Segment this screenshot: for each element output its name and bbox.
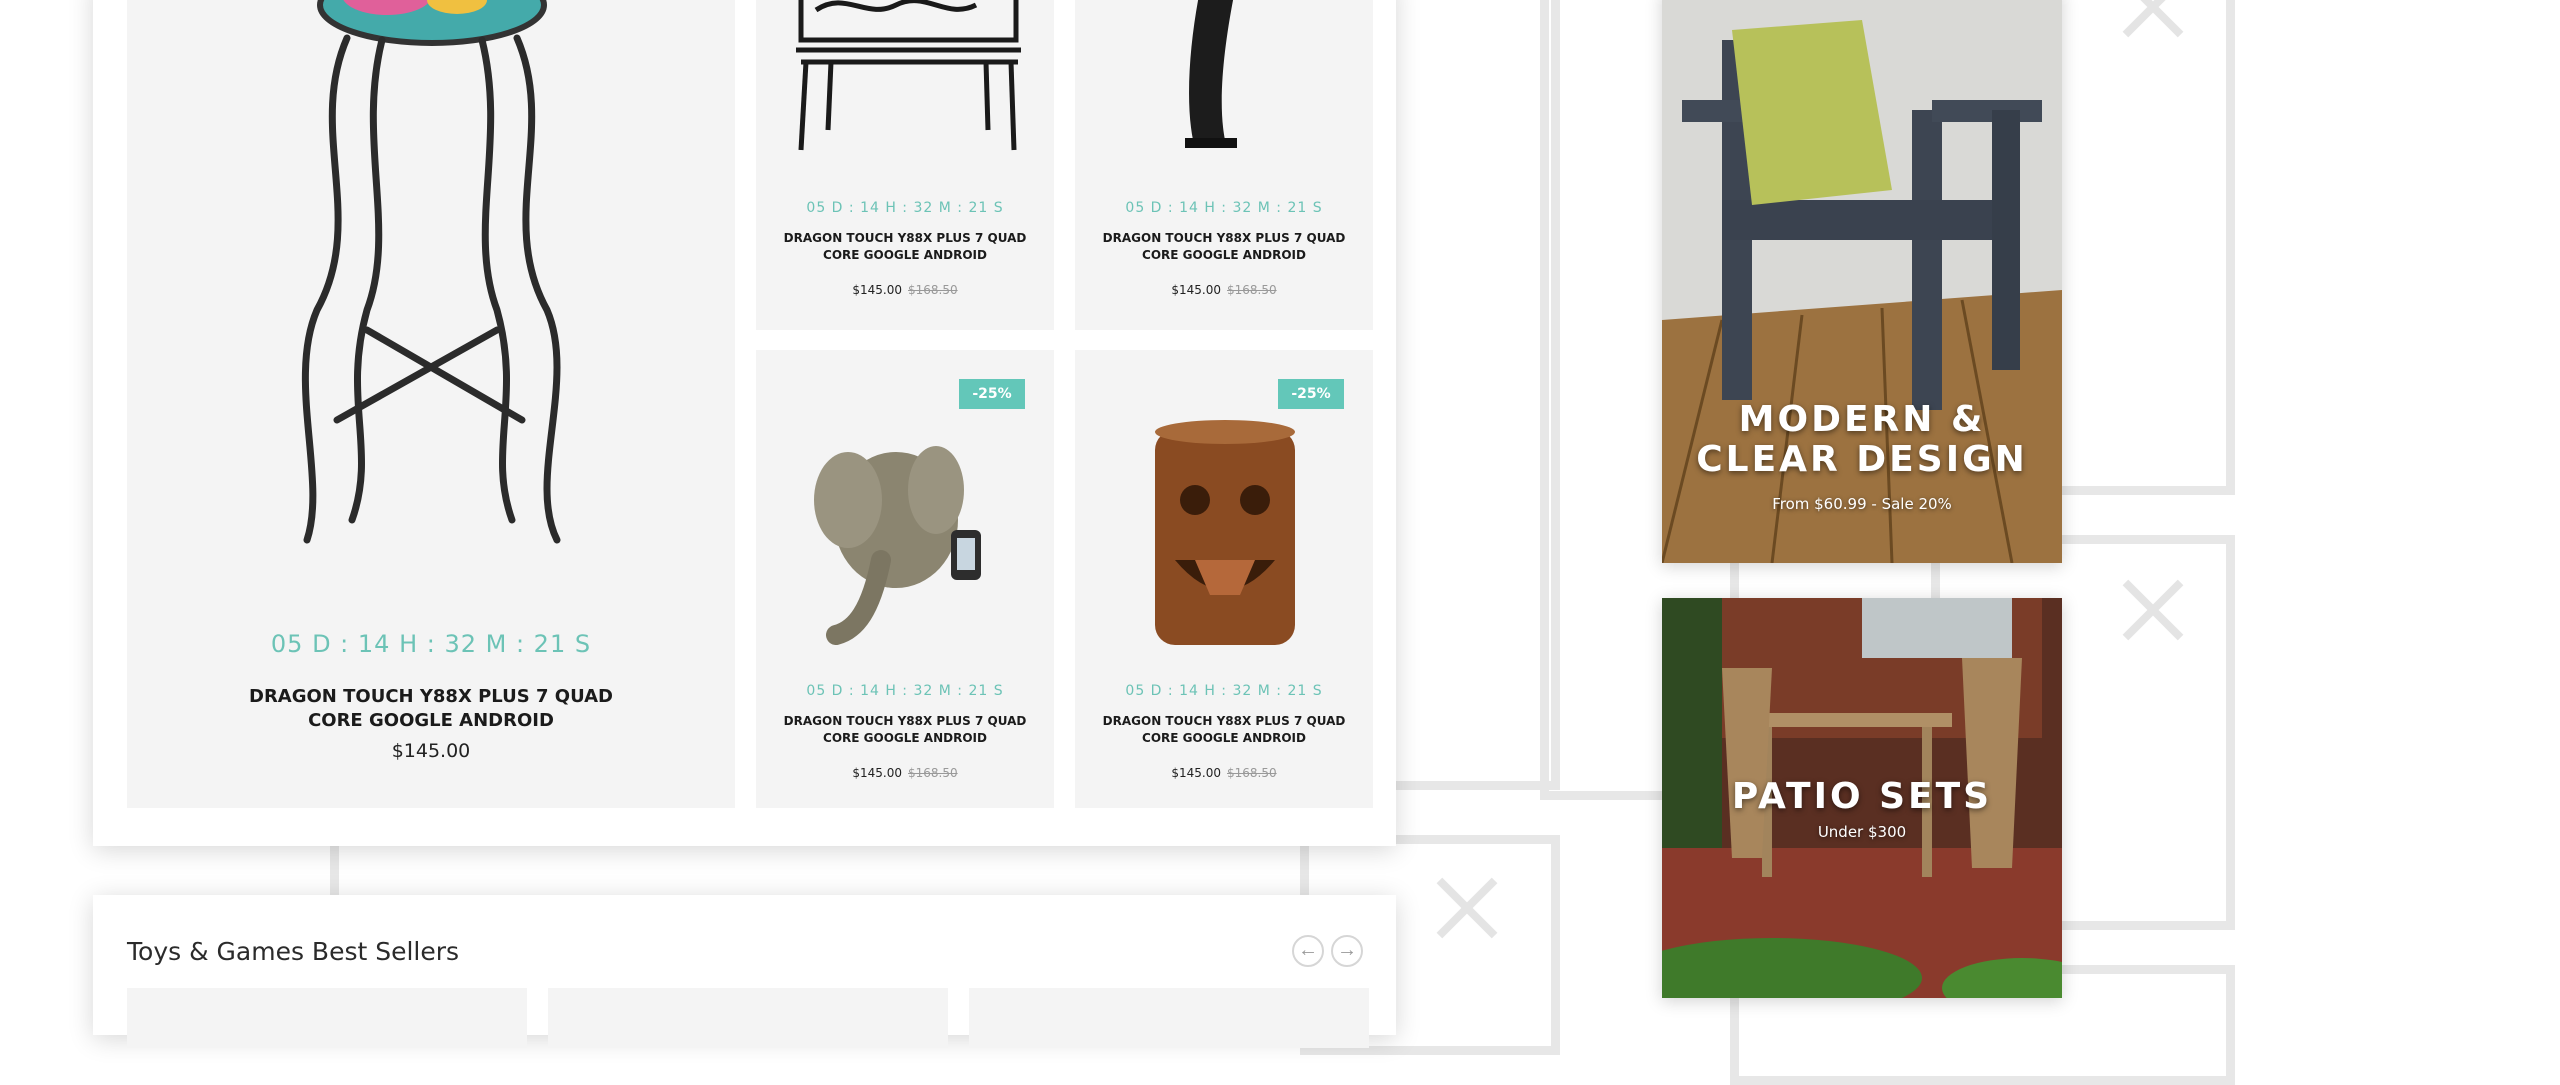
arrow-left-icon[interactable]: ←	[1292, 935, 1324, 967]
product-price: $145.00 $168.50	[1075, 766, 1373, 780]
deals-card: 05 D : 14 H : 32 M : 21 S DRAGON TOUCH Y…	[93, 0, 1396, 846]
product-name[interactable]: DRAGON TOUCH Y88X PLUS 7 QUAD CORE GOOGL…	[766, 230, 1044, 264]
product-name[interactable]: DRAGON TOUCH Y88X PLUS 7 QUAD CORE GOOGL…	[137, 685, 725, 733]
product-card[interactable]	[969, 988, 1369, 1048]
section-title: Toys & Games Best Sellers	[127, 937, 460, 966]
current-price: $145.00	[1171, 283, 1221, 297]
old-price: $168.50	[1227, 283, 1277, 297]
tiki-icon	[1155, 420, 1295, 645]
side-table-icon	[301, 0, 561, 544]
placeholder-x-icon	[2118, 575, 2188, 645]
product-name[interactable]: DRAGON TOUCH Y88X PLUS 7 QUAD CORE GOOGL…	[1085, 230, 1363, 264]
promo-subtitle: Under $300	[1817, 823, 1907, 841]
product-card[interactable]	[127, 988, 527, 1048]
product-price: $145.00	[127, 740, 735, 762]
placeholder-x-icon	[1432, 873, 1502, 943]
old-price: $168.50	[1227, 766, 1277, 780]
old-price: $168.50	[908, 766, 958, 780]
product-card[interactable]: -25% 05 D : 14 H : 32 M : 21 S DRAGON TO…	[756, 350, 1054, 808]
current-price: $145.00	[852, 766, 902, 780]
promo-title: PATIO SETS	[1731, 776, 1993, 817]
countdown-timer: 05 D : 14 H : 32 M : 21 S	[806, 200, 1004, 216]
discount-badge: -25%	[959, 379, 1025, 409]
elephant-icon	[814, 446, 981, 645]
bench-icon	[796, 0, 1021, 151]
product-price: $145.00 $168.50	[1075, 283, 1373, 297]
old-price: $168.50	[908, 283, 958, 297]
countdown-timer: 05 D : 14 H : 32 M : 21 S	[1125, 683, 1323, 699]
current-price: $145.00	[1171, 766, 1221, 780]
featured-product[interactable]: 05 D : 14 H : 32 M : 21 S DRAGON TOUCH Y…	[127, 0, 735, 808]
lamp-icon	[1185, 0, 1237, 148]
promo-banner[interactable]: PATIO SETS Under $300	[1662, 598, 2062, 998]
promo-title: MODERN & CLEAR DESIGN	[1696, 399, 2028, 480]
countdown-timer: 05 D : 14 H : 32 M : 21 S	[806, 683, 1004, 699]
product-name[interactable]: DRAGON TOUCH Y88X PLUS 7 QUAD CORE GOOGL…	[1085, 713, 1363, 747]
bestsellers-card: Toys & Games Best Sellers ← →	[93, 895, 1396, 1048]
product-name[interactable]: DRAGON TOUCH Y88X PLUS 7 QUAD CORE GOOGL…	[766, 713, 1044, 747]
product-card[interactable]: 05 D : 14 H : 32 M : 21 S DRAGON TOUCH Y…	[756, 0, 1054, 330]
promo-banner[interactable]: MODERN & CLEAR DESIGN From $60.99 - Sale…	[1662, 0, 2062, 563]
product-price: $145.00 $168.50	[756, 766, 1054, 780]
arrow-right-icon[interactable]: →	[1331, 935, 1363, 967]
placeholder-x-icon	[2118, 0, 2188, 42]
product-price: $145.00 $168.50	[756, 283, 1054, 297]
discount-badge: -25%	[1278, 379, 1344, 409]
current-price: $145.00	[852, 283, 902, 297]
product-card[interactable]: 05 D : 14 H : 32 M : 21 S DRAGON TOUCH Y…	[1075, 0, 1373, 330]
product-card[interactable]	[548, 988, 948, 1048]
countdown-timer: 05 D : 14 H : 32 M : 21 S	[1125, 200, 1323, 216]
countdown-timer: 05 D : 14 H : 32 M : 21 S	[270, 630, 592, 658]
current-price: $145.00	[391, 740, 471, 762]
product-card[interactable]: -25% 05 D : 14 H : 32 M : 21 S DRAGON TO…	[1075, 350, 1373, 808]
promo-subtitle: From $60.99 - Sale 20%	[1772, 495, 1952, 513]
